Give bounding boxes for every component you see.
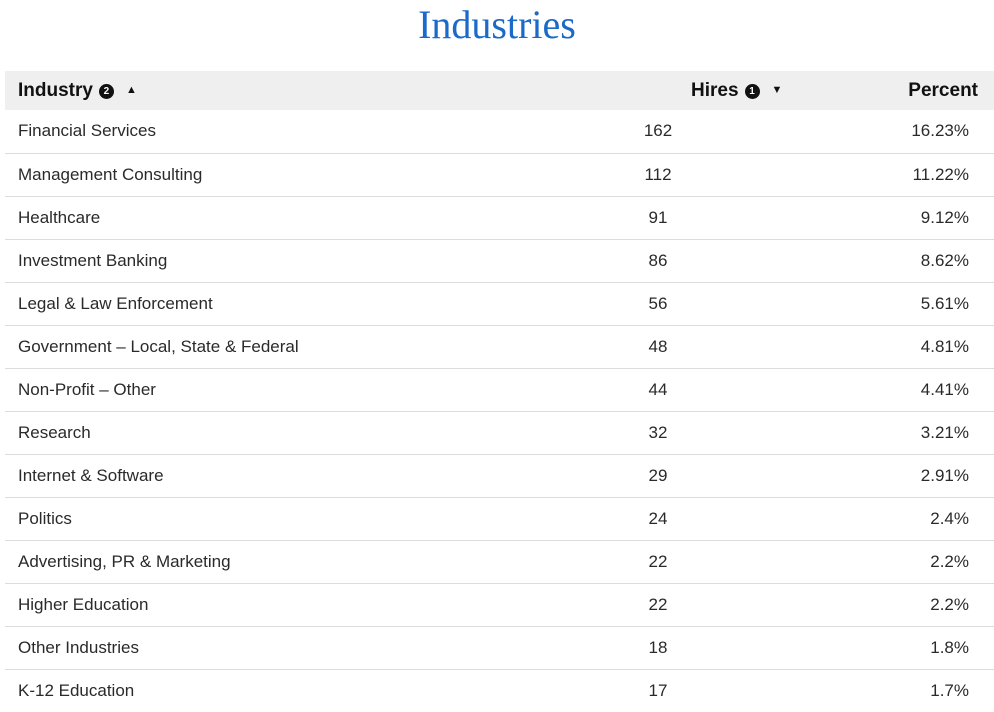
hires-cell: 44 <box>648 379 668 399</box>
hires-column-header[interactable]: Hires 1 ▼ <box>565 71 805 110</box>
hires-cell: 112 <box>644 164 672 184</box>
sort-priority-badge: 1 <box>744 83 760 99</box>
industry-cell: Healthcare <box>18 207 101 227</box>
industry-cell: Legal & Law Enforcement <box>18 293 213 313</box>
table-row: Management Consulting 112 11.22% <box>5 153 994 196</box>
hires-cell: 29 <box>648 465 668 485</box>
percent-cell: 11.22% <box>912 164 969 184</box>
table-row: Investment Banking 86 8.62% <box>5 239 994 282</box>
table-row: Higher Education 22 2.2% <box>5 583 994 626</box>
table-header: Industry 2 ▲ Hires 1 ▼ Percent <box>5 71 994 110</box>
percent-column-header[interactable]: Percent <box>805 71 994 110</box>
industry-cell: Investment Banking <box>18 250 168 270</box>
table-row: Other Industries 18 1.8% <box>5 626 994 669</box>
hires-cell: 48 <box>648 336 668 356</box>
header-row: Industry 2 ▲ Hires 1 ▼ Percent <box>5 71 994 110</box>
hires-cell: 22 <box>648 551 668 571</box>
percent-header-label: Percent <box>908 79 978 101</box>
industry-cell: Higher Education <box>18 594 149 614</box>
percent-cell: 4.81% <box>920 336 969 356</box>
hires-cell: 22 <box>648 594 668 614</box>
percent-cell: 2.2% <box>930 551 969 571</box>
hires-cell: 86 <box>648 250 668 270</box>
hires-header-label: Hires <box>691 79 739 101</box>
table-row: Non-Profit – Other 44 4.41% <box>5 368 994 411</box>
industry-cell: Internet & Software <box>18 465 164 485</box>
industry-cell: Financial Services <box>18 121 156 141</box>
table-row: Advertising, PR & Marketing 22 2.2% <box>5 540 994 583</box>
industries-table: Industry 2 ▲ Hires 1 ▼ Percent Financial Ser… <box>5 71 994 712</box>
sort-priority-badge: 2 <box>98 83 114 99</box>
table-row: Legal & Law Enforcement 56 5.61% <box>5 282 994 325</box>
hires-cell: 18 <box>648 637 668 657</box>
industry-cell: Advertising, PR & Marketing <box>18 551 231 571</box>
percent-cell: 16.23% <box>911 121 969 141</box>
percent-cell: 1.8% <box>930 637 969 657</box>
hires-cell: 91 <box>648 207 668 227</box>
percent-cell: 2.4% <box>930 508 969 528</box>
table-row: Financial Services 162 16.23% <box>5 110 994 153</box>
sort-descending-icon[interactable]: ▼ <box>772 84 783 96</box>
percent-cell: 2.91% <box>920 465 969 485</box>
hires-cell: 56 <box>648 293 668 313</box>
percent-cell: 1.7% <box>930 680 969 700</box>
industry-header-label: Industry <box>18 79 93 101</box>
table-row: Politics 24 2.4% <box>5 497 994 540</box>
percent-cell: 8.62% <box>920 250 969 270</box>
percent-cell: 4.41% <box>920 379 969 399</box>
industry-cell: Other Industries <box>18 637 139 657</box>
sort-ascending-icon[interactable]: ▲ <box>126 84 137 96</box>
table-row: Internet & Software 29 2.91% <box>5 454 994 497</box>
hires-cell: 24 <box>648 508 668 528</box>
percent-cell: 3.21% <box>920 422 969 442</box>
industry-cell: Politics <box>18 508 72 528</box>
hires-cell: 162 <box>643 121 673 141</box>
hires-cell: 17 <box>648 680 668 700</box>
industry-column-header[interactable]: Industry 2 ▲ <box>5 71 565 110</box>
industry-cell: Management Consulting <box>18 164 203 184</box>
industry-cell: Non-Profit – Other <box>18 379 156 399</box>
table-row: Research 32 3.21% <box>5 411 994 454</box>
percent-cell: 2.2% <box>930 594 969 614</box>
industry-cell: K-12 Education <box>18 680 135 700</box>
percent-cell: 5.61% <box>920 293 969 313</box>
industry-cell: Government – Local, State & Federal <box>18 336 299 356</box>
table-body: Financial Services 162 16.23% Management Co… <box>5 110 994 712</box>
hires-cell: 32 <box>648 422 668 442</box>
table-row: K-12 Education 17 1.7% <box>5 669 994 712</box>
page-title: Industries <box>418 2 576 47</box>
table-row: Healthcare 91 9.12% <box>5 196 994 239</box>
industry-cell: Research <box>18 422 91 442</box>
table-row: Government – Local, State & Federal 48 4.8… <box>5 325 994 368</box>
percent-cell: 9.12% <box>920 207 969 227</box>
